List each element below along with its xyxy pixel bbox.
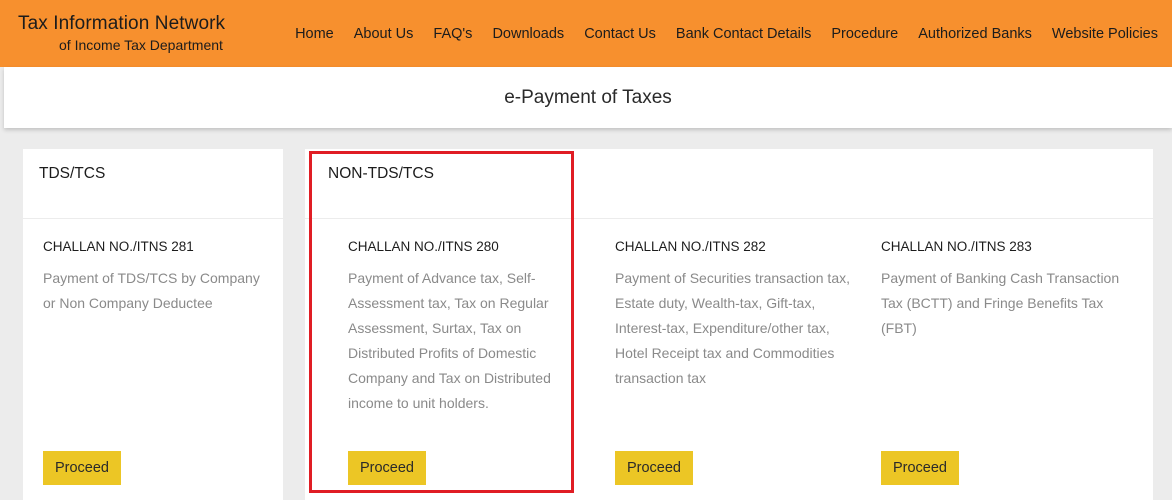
challan-281-title: CHALLAN NO./ITNS 281 bbox=[43, 239, 194, 254]
nav-contact-us[interactable]: Contact Us bbox=[584, 26, 656, 42]
brand-title: Tax Information Network bbox=[18, 13, 226, 34]
non-tds-panel-heading: NON-TDS/TCS bbox=[305, 149, 1153, 219]
nav-bank-contact-details[interactable]: Bank Contact Details bbox=[676, 26, 811, 42]
challan-283-title: CHALLAN NO./ITNS 283 bbox=[881, 239, 1032, 254]
tds-panel: TDS/TCS CHALLAN NO./ITNS 281 Payment of … bbox=[23, 149, 283, 500]
challan-282-card: CHALLAN NO./ITNS 282 Payment of Securiti… bbox=[615, 239, 860, 391]
challan-280-proceed-button[interactable]: Proceed bbox=[348, 451, 426, 485]
nav-about-us[interactable]: About Us bbox=[354, 26, 414, 42]
nav-home[interactable]: Home bbox=[295, 26, 334, 42]
brand-subtitle: of Income Tax Department bbox=[59, 37, 223, 53]
nav-authorized-banks[interactable]: Authorized Banks bbox=[918, 26, 1032, 42]
challan-281-description: Payment of TDS/TCS by Company or Non Com… bbox=[43, 270, 260, 311]
challan-283-card: CHALLAN NO./ITNS 283 Payment of Banking … bbox=[881, 239, 1121, 341]
page-title: e-Payment of Taxes bbox=[504, 86, 672, 108]
challan-282-proceed-button[interactable]: Proceed bbox=[615, 451, 693, 485]
challan-280-title: CHALLAN NO./ITNS 280 bbox=[348, 239, 499, 254]
nav-website-policies[interactable]: Website Policies bbox=[1052, 26, 1158, 42]
challan-280-card: CHALLAN NO./ITNS 280 Payment of Advance … bbox=[348, 239, 563, 416]
main-nav: Home About Us FAQ's Downloads Contact Us… bbox=[275, 0, 1158, 67]
challan-282-description: Payment of Securities transaction tax, E… bbox=[615, 270, 850, 386]
challan-281-card: CHALLAN NO./ITNS 281 Payment of TDS/TCS … bbox=[43, 239, 268, 316]
brand[interactable]: Tax Information Network of Income Tax De… bbox=[18, 13, 225, 53]
tds-panel-heading: TDS/TCS bbox=[23, 149, 283, 219]
challan-281-proceed-button[interactable]: Proceed bbox=[43, 451, 121, 485]
header-bar: Tax Information Network of Income Tax De… bbox=[0, 0, 1172, 67]
challan-280-description: Payment of Advance tax, Self-Assessment … bbox=[348, 270, 551, 411]
page-title-bar: e-Payment of Taxes bbox=[4, 67, 1172, 128]
nav-procedure[interactable]: Procedure bbox=[831, 26, 898, 42]
nav-downloads[interactable]: Downloads bbox=[492, 26, 564, 42]
non-tds-panel: NON-TDS/TCS CHALLAN NO./ITNS 280 Payment… bbox=[305, 149, 1153, 500]
nav-faqs[interactable]: FAQ's bbox=[433, 26, 472, 42]
challan-283-description: Payment of Banking Cash Transaction Tax … bbox=[881, 270, 1120, 336]
challan-283-proceed-button[interactable]: Proceed bbox=[881, 451, 959, 485]
challan-282-title: CHALLAN NO./ITNS 282 bbox=[615, 239, 766, 254]
